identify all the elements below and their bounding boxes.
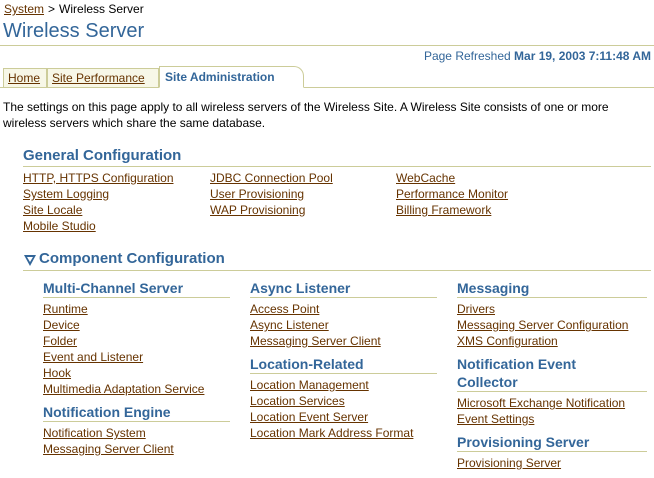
link-location-services[interactable]: Location Services bbox=[250, 393, 413, 409]
link-location-event-server[interactable]: Location Event Server bbox=[250, 409, 413, 425]
link-mobile-studio[interactable]: Mobile Studio bbox=[23, 218, 174, 234]
page-title: Wireless Server bbox=[3, 20, 145, 42]
messaging-divider bbox=[457, 297, 647, 298]
general-configuration-header: General Configuration bbox=[23, 147, 182, 164]
component-configuration-header[interactable]: Component Configuration bbox=[39, 250, 225, 267]
breadcrumb-system-link[interactable]: System bbox=[4, 2, 44, 16]
link-event-and-listener[interactable]: Event and Listener bbox=[43, 349, 204, 365]
tab-site-performance[interactable]: Site Performance bbox=[47, 68, 159, 87]
link-performance-monitor[interactable]: Performance Monitor bbox=[396, 186, 508, 202]
refresh-time: Mar 19, 2003 7:11:48 AM bbox=[514, 49, 651, 63]
link-webcache[interactable]: WebCache bbox=[396, 170, 508, 186]
link-location-management[interactable]: Location Management bbox=[250, 377, 413, 393]
location-related-links: Location Management Location Services Lo… bbox=[250, 377, 413, 441]
location-related-divider bbox=[250, 373, 437, 374]
link-hook[interactable]: Hook bbox=[43, 365, 204, 381]
multi-channel-server-header: Multi-Channel Server bbox=[43, 280, 184, 296]
triangle-down-icon[interactable] bbox=[23, 253, 37, 267]
page-description: The settings on this page apply to all w… bbox=[3, 100, 609, 130]
link-notification-system[interactable]: Notification System bbox=[43, 425, 174, 441]
notification-event-collector-title-line2: Collector bbox=[457, 374, 518, 390]
link-runtime[interactable]: Runtime bbox=[43, 301, 204, 317]
component-configuration-divider bbox=[23, 270, 651, 271]
async-listener-links: Access Point Async Listener Messaging Se… bbox=[250, 301, 381, 349]
link-access-point[interactable]: Access Point bbox=[250, 301, 381, 317]
link-system-logging[interactable]: System Logging bbox=[23, 186, 174, 202]
link-async-listener[interactable]: Async Listener bbox=[250, 317, 381, 333]
notification-event-collector-title-line1: Notification Event bbox=[457, 356, 577, 372]
general-links-col3: WebCache Performance Monitor Billing Fra… bbox=[396, 170, 508, 218]
general-links-col1: HTTP, HTTPS Configuration System Logging… bbox=[23, 170, 174, 234]
notification-engine-links: Notification System Messaging Server Cli… bbox=[43, 425, 174, 457]
link-ne-messaging-server-client[interactable]: Messaging Server Client bbox=[43, 441, 174, 457]
link-user-provisioning[interactable]: User Provisioning bbox=[210, 186, 333, 202]
link-messaging-server-configuration[interactable]: Messaging Server Configuration bbox=[457, 317, 628, 333]
messaging-links: Drivers Messaging Server Configuration X… bbox=[457, 301, 628, 349]
breadcrumb-separator: > bbox=[48, 2, 56, 16]
link-jdbc-connection-pool[interactable]: JDBC Connection Pool bbox=[210, 170, 333, 186]
tab-home-label[interactable]: Home bbox=[8, 71, 40, 85]
link-xms-configuration[interactable]: XMS Configuration bbox=[457, 333, 628, 349]
link-event-settings[interactable]: Event Settings bbox=[457, 411, 625, 427]
link-drivers[interactable]: Drivers bbox=[457, 301, 628, 317]
provisioning-server-header: Provisioning Server bbox=[457, 434, 590, 450]
async-listener-divider bbox=[250, 297, 437, 298]
link-provisioning-server[interactable]: Provisioning Server bbox=[457, 455, 561, 471]
async-listener-header: Async Listener bbox=[250, 280, 351, 296]
tab-site-performance-label[interactable]: Site Performance bbox=[52, 71, 145, 85]
tab-home[interactable]: Home bbox=[3, 68, 47, 87]
link-billing-framework[interactable]: Billing Framework bbox=[396, 202, 508, 218]
title-divider bbox=[0, 45, 654, 46]
link-wap-provisioning[interactable]: WAP Provisioning bbox=[210, 202, 333, 218]
tab-bar: Home Site Performance Site Administratio… bbox=[0, 66, 654, 88]
general-links-col2: JDBC Connection Pool User Provisioning W… bbox=[210, 170, 333, 218]
link-http-https-configuration[interactable]: HTTP, HTTPS Configuration bbox=[23, 170, 174, 186]
link-microsoft-exchange-notification[interactable]: Microsoft Exchange Notification bbox=[457, 395, 625, 411]
multi-channel-server-links: Runtime Device Folder Event and Listener… bbox=[43, 301, 204, 397]
location-related-header: Location-Related bbox=[250, 356, 364, 372]
tab-baseline bbox=[0, 87, 654, 88]
provisioning-server-links: Provisioning Server bbox=[457, 455, 561, 471]
multi-channel-server-divider bbox=[43, 297, 230, 298]
link-site-locale[interactable]: Site Locale bbox=[23, 202, 174, 218]
link-al-messaging-server-client[interactable]: Messaging Server Client bbox=[250, 333, 381, 349]
provisioning-server-divider bbox=[457, 451, 647, 452]
notification-event-collector-divider bbox=[457, 391, 647, 392]
link-multimedia-adaptation-service[interactable]: Multimedia Adaptation Service bbox=[43, 381, 204, 397]
notification-event-collector-header: Notification Event Collector bbox=[457, 355, 576, 391]
breadcrumb-current: Wireless Server bbox=[59, 2, 144, 16]
page-refreshed: Page Refreshed Mar 19, 2003 7:11:48 AM bbox=[424, 49, 651, 63]
refresh-label: Page Refreshed bbox=[423, 49, 511, 63]
messaging-header: Messaging bbox=[457, 280, 530, 296]
notification-engine-header: Notification Engine bbox=[43, 404, 171, 420]
breadcrumb: System > Wireless Server bbox=[4, 2, 144, 16]
tab-site-administration[interactable]: Site Administration bbox=[159, 66, 304, 88]
link-device[interactable]: Device bbox=[43, 317, 204, 333]
link-location-mark-address-format[interactable]: Location Mark Address Format bbox=[250, 425, 413, 441]
notification-engine-divider bbox=[43, 421, 230, 422]
general-configuration-divider bbox=[23, 166, 651, 167]
notification-event-collector-links: Microsoft Exchange Notification Event Se… bbox=[457, 395, 625, 427]
tab-site-administration-label[interactable]: Site Administration bbox=[165, 70, 275, 84]
link-folder[interactable]: Folder bbox=[43, 333, 204, 349]
